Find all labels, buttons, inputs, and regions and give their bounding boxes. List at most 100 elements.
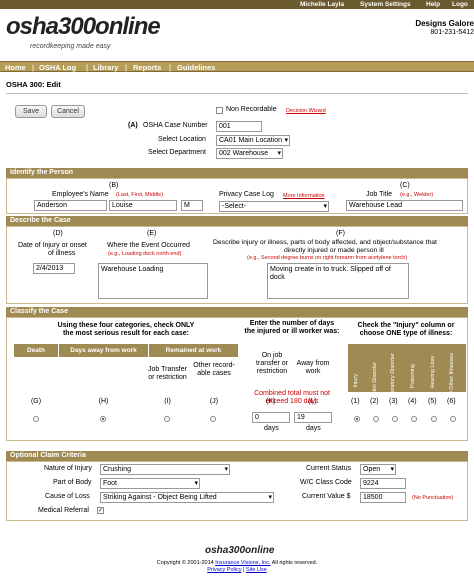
non-recordable-checkbox[interactable]	[216, 107, 223, 114]
referral-label: Medical Referral	[38, 507, 89, 514]
decision-wizard-link[interactable]: Decision Wizard	[286, 108, 326, 114]
wc-class-label: W/C Class Code	[300, 479, 352, 486]
illness-heading: Check the "Injury" column or choose ONE …	[357, 322, 455, 337]
privacy-case-label: Privacy Case Log	[219, 191, 274, 198]
nav-guidelines[interactable]: Guidelines	[177, 63, 215, 72]
type-hearing: Hearing Loss	[430, 356, 436, 389]
copyright-prefix: Copyright © 2001-2014	[156, 560, 214, 566]
nav-separator: |	[125, 63, 128, 72]
type-letter-1: (1)	[351, 398, 360, 405]
type-other: All Other Illnesses	[449, 353, 455, 398]
status-select[interactable]: Open	[360, 464, 396, 475]
nav-osha-log[interactable]: OSHA Log	[39, 63, 76, 72]
hearing-loss-radio[interactable]	[431, 416, 437, 422]
days-away-radio[interactable]	[100, 416, 106, 422]
company-phone: 801-231-5412	[430, 29, 474, 36]
site-use-link[interactable]: Site Use	[246, 567, 267, 573]
case-number-input[interactable]: 001	[216, 121, 262, 132]
poisoning-radio[interactable]	[411, 416, 417, 422]
case-number-label: OSHA Case Number	[143, 122, 208, 129]
current-value-label: Current Value $	[302, 493, 351, 500]
cause-select[interactable]: Striking Against - Object Being Lifted	[100, 492, 274, 503]
classify-left-heading: Using these four categories, check ONLY	[57, 322, 195, 329]
location-select[interactable]: CA01 Main Location	[216, 135, 290, 146]
top-bar: Michelle Layla System Settings Help Logo	[0, 0, 474, 9]
user-name: Michelle Layla	[300, 1, 345, 8]
days-on-job-input[interactable]: 0	[252, 412, 290, 423]
other-recordable-radio[interactable]	[210, 416, 216, 422]
col-death: Death	[14, 344, 58, 357]
save-button[interactable]: Save	[15, 105, 47, 118]
page-title: OSHA 300: Edit	[6, 80, 61, 89]
help-link[interactable]: Help	[426, 1, 440, 8]
days-heading: Enter the number of days the injured or …	[244, 320, 340, 335]
case-letter: (A)	[128, 122, 138, 129]
nav-reports[interactable]: Reports	[133, 63, 161, 72]
respiratory-radio[interactable]	[392, 416, 398, 422]
job-transfer-radio[interactable]	[164, 416, 170, 422]
f-letter: (F)	[336, 230, 345, 237]
b-letter: (B)	[109, 182, 119, 189]
nav-library[interactable]: Library	[93, 63, 118, 72]
employee-name-hint: (Last, First, Middle)	[116, 192, 164, 198]
injury-radio[interactable]	[354, 416, 360, 422]
job-title-hint: (e.g., Welder)	[400, 192, 434, 198]
where-event-textarea[interactable]: Warehouse Loading	[98, 263, 208, 299]
j-letter: (J)	[209, 398, 219, 405]
copyright: Copyright © 2001-2014 Insurance Visions,…	[0, 560, 474, 566]
nav-separator: |	[86, 63, 89, 72]
away-from-work-label: Away from work	[296, 360, 330, 375]
type-poisoning: Poisoning	[410, 364, 416, 389]
days-unit-2: days	[306, 425, 321, 432]
d-letter: (D)	[53, 230, 63, 237]
type-letter-4: (4)	[408, 398, 417, 405]
company-link[interactable]: Insurance Visions, Inc.	[215, 560, 270, 566]
date-of-injury-input[interactable]: 2/4/2013	[33, 263, 75, 274]
job-title-label: Job Title	[366, 191, 393, 198]
days-unit-1: days	[264, 425, 279, 432]
wc-class-input[interactable]: 9224	[360, 478, 406, 489]
privacy-more-info-link[interactable]: More Information	[283, 193, 325, 199]
c-letter: (C)	[400, 182, 410, 189]
privacy-case-select[interactable]: -Select-	[219, 201, 329, 212]
type-letter-3: (3)	[389, 398, 398, 405]
system-settings-link[interactable]: System Settings	[360, 1, 411, 8]
no-punctuation-hint: (No Punctuation)	[412, 495, 454, 501]
first-name-input[interactable]: Louise	[109, 200, 177, 211]
department-select[interactable]: 002 Warehouse	[216, 148, 283, 159]
describe-hint: (e.g., Second degree burns on right fore…	[247, 255, 408, 261]
type-respiratory: Respiratory Disorder	[390, 353, 396, 404]
divider	[6, 93, 468, 94]
identify-section-header: Identify the Person	[6, 168, 468, 178]
logout-link[interactable]: Logo	[452, 1, 468, 8]
logo[interactable]: osha300online	[6, 13, 161, 41]
describe-injury-textarea[interactable]: Moving create in to truck. Slipped off o…	[267, 263, 409, 299]
last-name-input[interactable]: Anderson	[34, 200, 107, 211]
classify-left-heading-2: the most serious result for each case:	[62, 330, 190, 337]
col-job-transfer: Job Transfer or restriction	[148, 366, 187, 381]
privacy-policy-link[interactable]: Privacy Policy	[207, 567, 241, 573]
referral-checkbox[interactable]: ✓	[97, 507, 104, 514]
i-letter: (I)	[164, 398, 171, 405]
other-illness-radio[interactable]	[450, 416, 456, 422]
days-away-input[interactable]: 19	[294, 412, 332, 423]
middle-name-input[interactable]: M	[181, 200, 203, 211]
skin-disorder-radio[interactable]	[373, 416, 379, 422]
main-nav: Home | OSHA Log | Library | Reports | Gu…	[0, 61, 474, 72]
cancel-button[interactable]: Cancel	[51, 105, 85, 118]
nav-separator: |	[32, 63, 35, 72]
describe-label-2: directly injured or made person ill	[284, 247, 384, 254]
nav-home[interactable]: Home	[5, 63, 26, 72]
col-other-recordable: Other record-able cases	[193, 362, 235, 377]
job-title-input[interactable]: Warehouse Lead	[346, 200, 463, 211]
date-label-2: of illness	[48, 250, 76, 257]
current-value-input[interactable]: 18500	[360, 492, 406, 503]
death-radio[interactable]	[33, 416, 39, 422]
footer-links: Privacy Policy | Site Use	[0, 567, 474, 573]
department-label: Select Department	[148, 149, 206, 156]
col-days-away: Days away from work	[59, 344, 148, 357]
body-part-select[interactable]: Foot	[100, 478, 200, 489]
nature-select[interactable]: Crushing	[100, 464, 230, 475]
on-job-label: On job transfer or restriction	[256, 352, 288, 375]
col-remained: Remained at work	[149, 344, 238, 357]
